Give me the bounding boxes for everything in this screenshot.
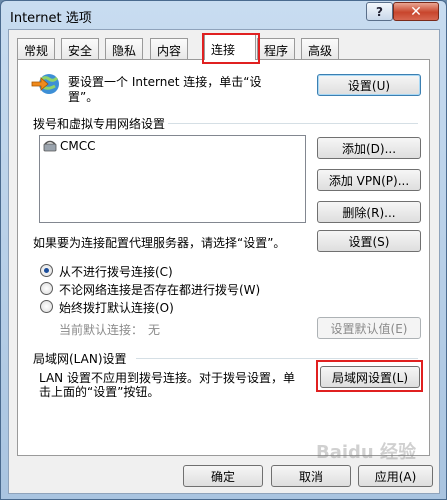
globe-arrow-icon	[31, 74, 59, 94]
tab-content[interactable]: 内容	[150, 38, 189, 59]
apply-button[interactable]: 应用(A)	[358, 465, 433, 487]
add-vpn-button[interactable]: 添加 VPN(P)...	[317, 169, 421, 191]
tab-general[interactable]: 常规	[17, 38, 56, 59]
radio-dial-default[interactable]	[40, 300, 53, 313]
phone-icon	[43, 140, 57, 152]
close-button[interactable]: ✕	[393, 2, 439, 21]
connection-item[interactable]: CMCC	[43, 139, 96, 153]
connections-panel: 要设置一个 Internet 连接，单击“设 置”。 设置(U) 拨号和虚拟专用…	[17, 59, 430, 456]
help-button[interactable]: ?	[366, 2, 393, 21]
connections-list[interactable]: CMCC	[39, 135, 306, 223]
section-divider	[168, 123, 418, 124]
baidu-watermark: Baidu 经验	[316, 442, 417, 463]
setup-button[interactable]: 设置(U)	[317, 74, 421, 96]
lan-settings-button[interactable]: 局域网设置(L)	[320, 366, 420, 388]
tab-advanced[interactable]: 高级	[301, 38, 340, 59]
section-divider	[136, 358, 418, 359]
lan-section-label: 局域网(LAN)设置	[33, 352, 127, 366]
internet-options-window: Internet 选项 ? ✕ 常规 安全 隐私 内容 连接 程序 高级 要设置…	[0, 0, 447, 500]
tab-programs[interactable]: 程序	[257, 38, 296, 59]
setup-text-line2: 置”。	[68, 90, 99, 104]
connection-name: CMCC	[60, 139, 96, 153]
default-connection-value: 无	[148, 323, 161, 337]
window-title: Internet 选项	[10, 11, 92, 26]
tab-security[interactable]: 安全	[61, 38, 100, 59]
dialup-section-label: 拨号和虚拟专用网络设置	[33, 117, 166, 131]
radio-never-dial[interactable]	[40, 264, 53, 277]
proxy-hint: 如果要为连接配置代理服务器，请选择“设置”。	[33, 236, 286, 250]
radio-dial-always-label[interactable]: 不论网络连接是否存在都进行拨号(W)	[59, 281, 260, 298]
dialup-settings-button[interactable]: 设置(S)	[317, 230, 421, 252]
tab-privacy[interactable]: 隐私	[105, 38, 144, 59]
set-default-button[interactable]: 设置默认值(E)	[317, 317, 421, 339]
remove-button[interactable]: 删除(R)...	[317, 201, 421, 223]
default-connection-label: 当前默认连接：	[59, 323, 144, 337]
dialog-client-area: 常规 安全 隐私 内容 连接 程序 高级 要设置一个 Internet 连接，单…	[8, 29, 440, 494]
title-bar[interactable]: Internet 选项 ? ✕	[1, 1, 446, 29]
radio-never-dial-label[interactable]: 从不进行拨号连接(C)	[59, 263, 173, 280]
tab-connections[interactable]: 连接	[204, 34, 256, 60]
add-button[interactable]: 添加(D)...	[317, 137, 421, 159]
ok-button[interactable]: 确定	[183, 465, 263, 487]
radio-dial-default-label[interactable]: 始终拨打默认连接(O)	[59, 299, 174, 316]
cancel-button[interactable]: 取消	[271, 465, 351, 487]
radio-dial-always[interactable]	[40, 282, 53, 295]
lan-text-line2: 击上面的“设置”按钮。	[39, 385, 160, 399]
